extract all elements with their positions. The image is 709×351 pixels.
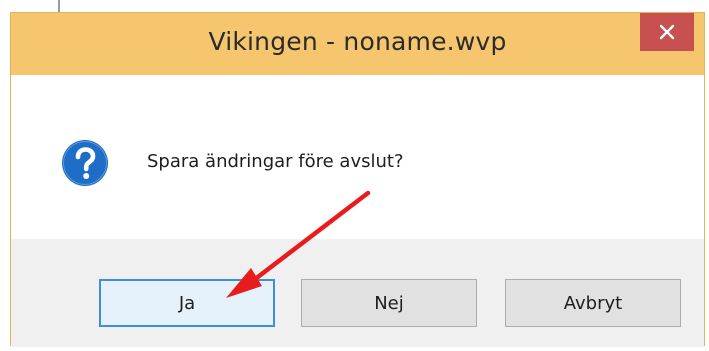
yes-button[interactable]: Ja — [99, 279, 275, 327]
dialog-message: Spara ändringar före avslut? — [147, 151, 404, 172]
title-bar[interactable]: Vikingen - noname.wvp — [11, 13, 704, 75]
question-icon — [62, 140, 108, 186]
message-dialog: Vikingen - noname.wvp Spara ändringar fö… — [10, 12, 705, 347]
close-icon — [659, 24, 675, 40]
screenshot: Vikingen - noname.wvp Spara ändringar fö… — [0, 0, 709, 351]
no-button[interactable]: Nej — [301, 279, 477, 327]
close-button[interactable] — [640, 13, 694, 51]
button-bar: Ja Nej Avbryt — [11, 239, 704, 347]
window-title: Vikingen - noname.wvp — [208, 27, 507, 56]
dialog-content: Spara ändringar före avslut? — [11, 75, 704, 239]
cancel-button[interactable]: Avbryt — [505, 279, 681, 327]
